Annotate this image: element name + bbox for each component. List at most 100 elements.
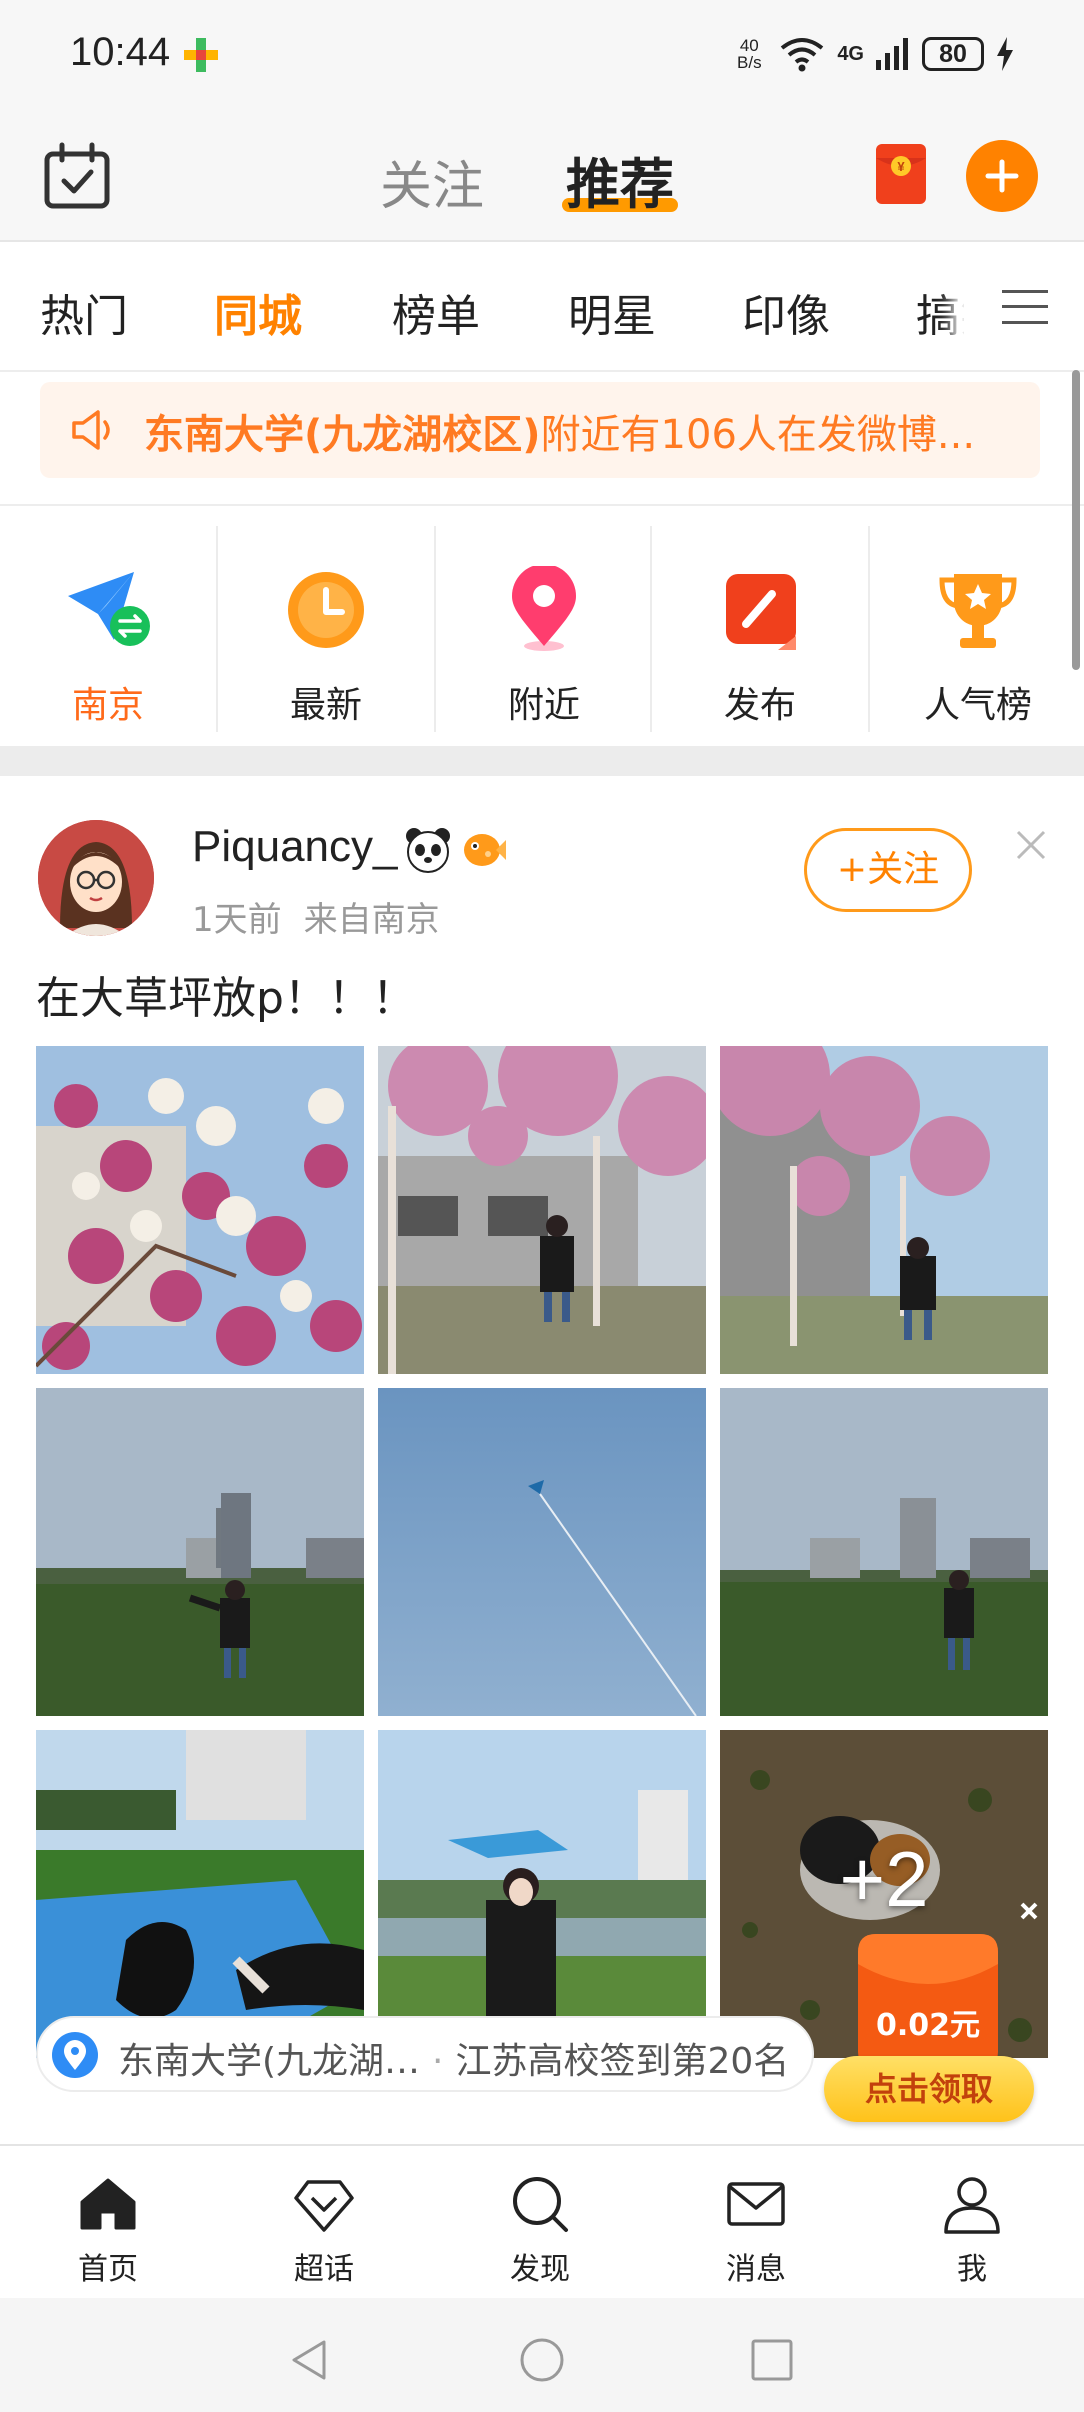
channel-stars[interactable]: 明星 xyxy=(568,280,656,344)
nav-label: 发现 xyxy=(510,2252,570,2287)
follow-button[interactable]: +关注 xyxy=(804,828,972,912)
nearby-notice[interactable]: 东南大学(九龙湖校区)附近有106人在发微博... xyxy=(40,382,1040,478)
location-rank: 江苏高校签到第20名 xyxy=(455,2041,790,2082)
notice-highlight: 东南大学(九龙湖校区) xyxy=(144,412,541,458)
tab-follow[interactable]: 关注 xyxy=(380,144,484,219)
channel-hot[interactable]: 热门 xyxy=(40,280,128,344)
post-photo[interactable] xyxy=(36,1388,364,1716)
post-meta: 1天前 来自南京 xyxy=(192,892,462,941)
paper-plane-icon xyxy=(68,572,150,646)
more-photos-count: +2 xyxy=(839,1835,929,1923)
quick-link-popular[interactable]: 人气榜 xyxy=(870,524,1084,734)
post-photo[interactable] xyxy=(720,1046,1048,1374)
post-photo[interactable] xyxy=(378,1388,706,1716)
home-icon xyxy=(80,2178,136,2230)
quick-links: 南京 最新 附近 发布 人气榜 xyxy=(0,506,1084,746)
post-photo[interactable] xyxy=(378,1730,706,2058)
photo-blossoms xyxy=(36,1046,364,1374)
nav-label: 超话 xyxy=(294,2252,354,2287)
diamond-icon xyxy=(294,2180,354,2232)
tab-recommend[interactable]: 推荐 xyxy=(566,140,674,219)
avatar[interactable] xyxy=(38,820,154,936)
search-icon xyxy=(513,2177,568,2232)
quick-link-latest[interactable]: 最新 xyxy=(218,524,434,734)
post-photo[interactable] xyxy=(36,1046,364,1374)
channel-bar: 热门 同城 榜单 明星 印像 搞笑 xyxy=(0,242,1084,372)
profile-icon xyxy=(944,2177,1000,2234)
panda-badge-icon xyxy=(406,828,450,873)
battery-indicator: 80 xyxy=(922,37,984,71)
separator: · xyxy=(432,2041,444,2082)
app-notification-icon xyxy=(184,38,218,72)
photo-lawn-girl xyxy=(720,1388,1048,1716)
location-text: 东南大学(九龙湖… · 江苏高校签到第20名 xyxy=(118,2032,789,2084)
compose-plus-button[interactable] xyxy=(966,140,1038,212)
location-tag[interactable]: 东南大学(九龙湖… · 江苏高校签到第20名 xyxy=(36,2016,814,2092)
photo-kite-closeup xyxy=(36,1730,364,2058)
close-icon[interactable] xyxy=(1014,828,1048,862)
quick-link-publish[interactable]: 发布 xyxy=(652,524,868,734)
home-circle-icon[interactable] xyxy=(518,2336,566,2384)
post-photo[interactable] xyxy=(720,1388,1048,1716)
notice-area: 东南大学(九龙湖校区)附近有106人在发微博... xyxy=(0,372,1084,506)
calendar-check-icon[interactable] xyxy=(42,142,112,210)
edit-icon xyxy=(726,574,796,650)
nav-home[interactable]: 首页 xyxy=(0,2146,216,2300)
mail-icon xyxy=(727,2182,785,2226)
post-time: 1天前 xyxy=(192,900,282,940)
svg-text:¥: ¥ xyxy=(897,159,905,174)
post-source: 来自南京 xyxy=(303,900,440,940)
wifi-icon xyxy=(781,38,824,72)
post-username[interactable]: Piquancy_ xyxy=(192,822,397,872)
channel-impression[interactable]: 印像 xyxy=(742,280,830,344)
speaker-icon xyxy=(72,410,110,450)
post-photo[interactable] xyxy=(36,1730,364,2058)
photo-girl-under-trees xyxy=(378,1046,706,1374)
signal-label: 4G xyxy=(837,42,864,65)
nav-discover[interactable]: 发现 xyxy=(432,2146,648,2300)
nav-label: 首页 xyxy=(78,2252,138,2287)
post-text: 在大草坪放p！！！ xyxy=(36,973,416,1024)
nav-messages[interactable]: 消息 xyxy=(648,2146,864,2300)
red-packet-icon[interactable]: ¥ xyxy=(876,144,926,204)
claim-button[interactable]: 点击领取 xyxy=(824,2056,1034,2122)
post-photo[interactable] xyxy=(378,1046,706,1374)
channel-local[interactable]: 同城 xyxy=(214,280,302,344)
status-bar: 10:44 40 B/s 4G 80 xyxy=(0,0,1084,110)
close-ad-icon[interactable] xyxy=(1014,1896,1044,1926)
quick-link-label: 南京 xyxy=(71,685,144,726)
plus-icon xyxy=(985,159,1019,193)
section-gap xyxy=(0,746,1084,776)
location-name: 东南大学(九龙湖… xyxy=(118,2041,421,2082)
top-header: 关注 推荐 ¥ xyxy=(0,110,1084,242)
nav-profile[interactable]: 我 xyxy=(864,2146,1080,2300)
quick-link-nearby[interactable]: 附近 xyxy=(436,524,652,734)
nav-label: 我 xyxy=(957,2252,987,2287)
quick-link-nanjing[interactable]: 南京 xyxy=(0,524,216,734)
system-nav-bar xyxy=(0,2298,1084,2412)
quick-link-label: 附近 xyxy=(507,685,580,726)
back-icon[interactable] xyxy=(286,2336,334,2384)
bottom-nav: 首页 超话 发现 消息 我 xyxy=(0,2144,1084,2300)
photo-girl-with-kite xyxy=(378,1730,706,2058)
fish-badge-icon xyxy=(464,834,506,866)
channel-ranking[interactable]: 榜单 xyxy=(392,280,480,344)
photo-lawn-kite xyxy=(36,1388,364,1716)
charging-icon xyxy=(997,37,1013,71)
notice-text: 东南大学(九龙湖校区)附近有106人在发微博... xyxy=(144,402,1024,460)
channel-menu-button[interactable] xyxy=(964,242,1084,370)
menu-icon xyxy=(1002,290,1048,324)
avatar-illustration xyxy=(38,820,154,936)
trophy-icon xyxy=(939,574,1017,648)
quick-link-label: 人气榜 xyxy=(923,685,1032,726)
quick-link-label: 最新 xyxy=(289,685,362,726)
scrollbar[interactable] xyxy=(1072,370,1080,670)
clock-icon xyxy=(288,572,364,648)
quick-link-label: 发布 xyxy=(723,685,796,726)
recents-icon[interactable] xyxy=(748,2336,796,2384)
photo-kite-in-sky xyxy=(378,1388,706,1716)
nav-super-topic[interactable]: 超话 xyxy=(216,2146,432,2300)
status-time: 10:44 xyxy=(70,30,171,74)
photo-girl-walking xyxy=(720,1046,1048,1374)
location-pin-icon xyxy=(52,2032,98,2078)
